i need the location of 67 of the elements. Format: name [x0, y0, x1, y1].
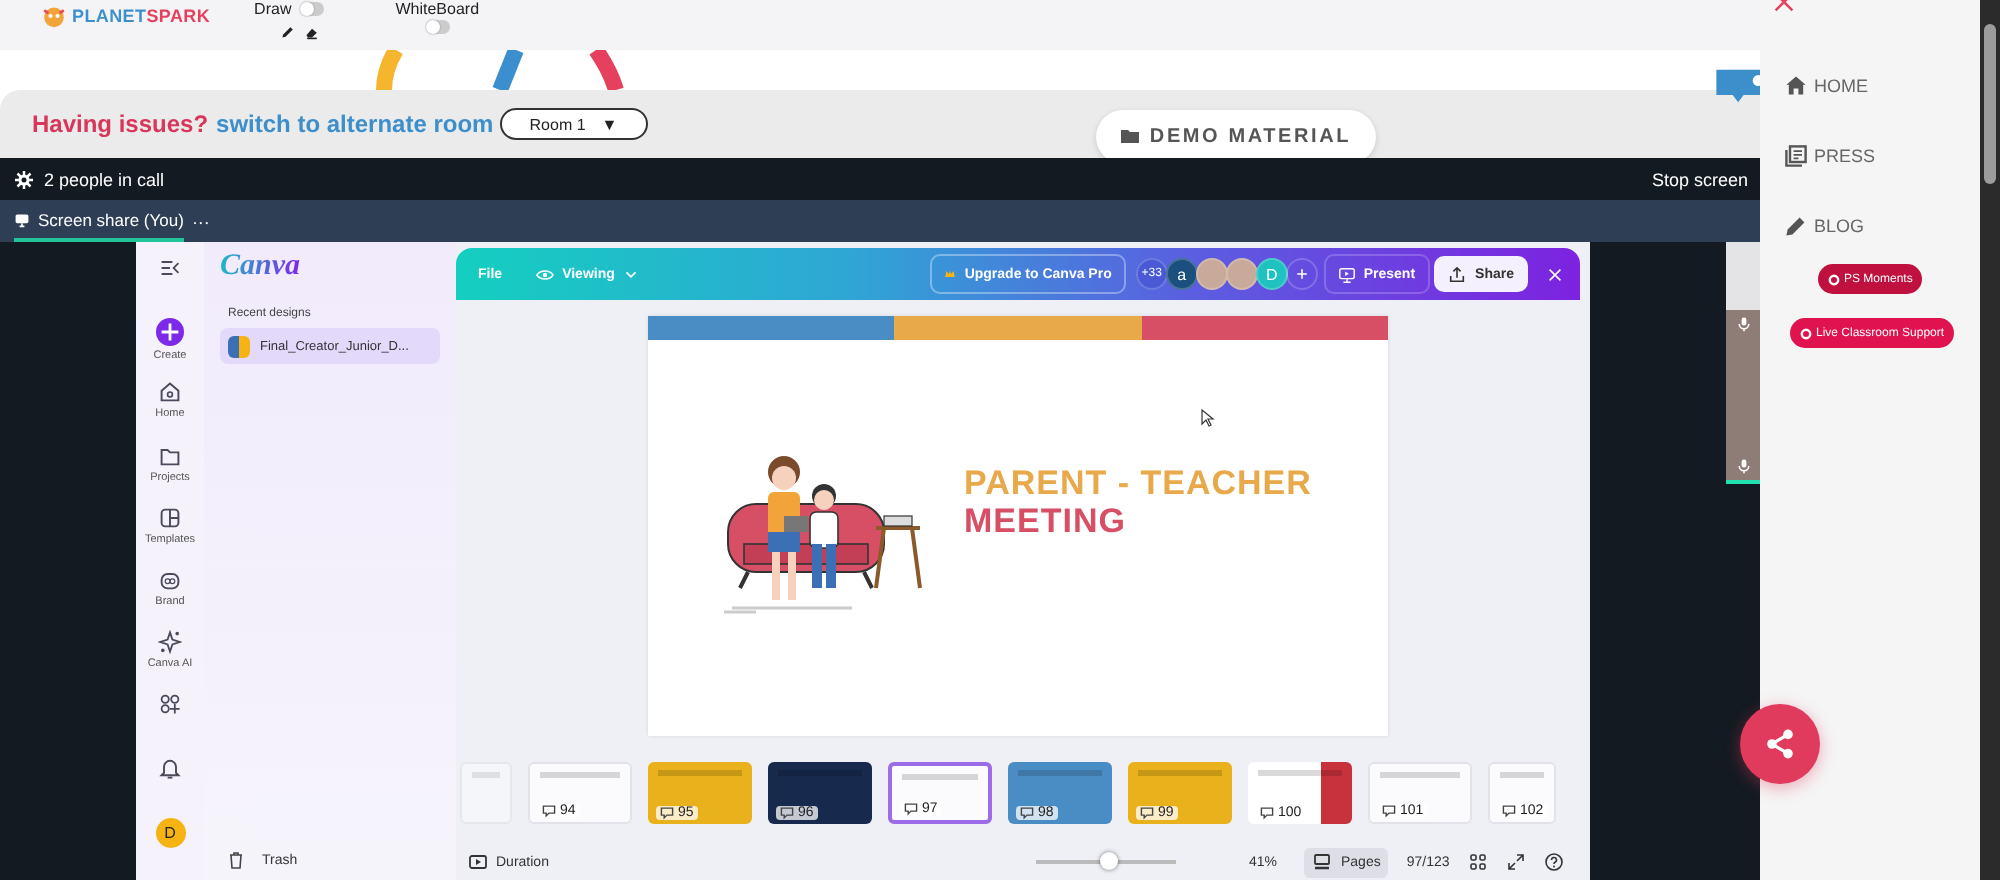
crown-icon — [944, 268, 957, 280]
comment-icon — [660, 806, 674, 820]
comment-icon — [542, 804, 556, 818]
help-icon[interactable] — [1543, 852, 1564, 872]
microphone-icon — [1735, 458, 1751, 474]
plus-icon[interactable] — [155, 318, 184, 347]
menu-link[interactable]: HOME — [1784, 72, 2000, 100]
fullscreen-icon[interactable] — [1505, 852, 1526, 872]
slider-thumb[interactable] — [1100, 852, 1119, 870]
close-icon[interactable] — [1546, 265, 1564, 283]
apps-icon[interactable] — [158, 692, 182, 717]
slide-title-line: PARENT - TEACHER — [964, 464, 1312, 502]
sparkle-icon[interactable] — [157, 630, 182, 655]
whiteboard-label: WhiteBoard — [395, 0, 480, 18]
comment-icon — [904, 802, 918, 816]
menu-link[interactable]: BLOG — [1784, 212, 2000, 240]
comment-icon — [1382, 804, 1396, 818]
pencil-icon — [1784, 214, 1808, 238]
scrollbar[interactable] — [1980, 0, 2000, 880]
comment-icon — [1502, 804, 1516, 818]
issue-text: Having issues? — [32, 110, 209, 138]
menu-link[interactable]: PRESS — [1784, 142, 2000, 170]
newspaper-icon — [1784, 144, 1808, 168]
draw-toggle[interactable] — [299, 2, 324, 16]
brand-logo: PLANETSPARK — [72, 6, 211, 26]
folder-icon — [1119, 126, 1140, 146]
add-collaborator-button[interactable] — [1285, 258, 1318, 290]
microphone-icon — [1735, 316, 1751, 332]
present-icon — [1337, 265, 1356, 283]
grid-view-icon[interactable] — [1467, 852, 1488, 872]
brand-icon[interactable] — [158, 568, 182, 593]
user-avatar[interactable]: D — [155, 817, 185, 848]
comment-icon — [1020, 806, 1034, 820]
draw-label: Draw — [254, 0, 292, 18]
people-count: 2 people in call — [44, 169, 165, 189]
screen-icon — [14, 211, 30, 227]
eraser-icon[interactable] — [304, 24, 321, 40]
comment-icon — [1260, 806, 1274, 820]
folder-icon[interactable] — [158, 443, 182, 468]
collapse-icon[interactable] — [158, 256, 182, 280]
plus-icon — [1293, 266, 1310, 282]
upload-icon — [1447, 265, 1466, 283]
whiteboard-toggle[interactable] — [425, 20, 450, 34]
stop-screen-button[interactable]: Stop screen — [1651, 169, 1748, 189]
home-icon — [1784, 74, 1808, 98]
pencil-icon[interactable] — [280, 24, 297, 40]
demo-material-button[interactable]: DEMO MATERIAL — [1095, 109, 1376, 163]
pages-icon — [1312, 852, 1333, 872]
home-icon[interactable] — [157, 380, 182, 405]
trash-icon — [226, 850, 246, 870]
mouse-pointer-icon — [1198, 406, 1218, 430]
settings-icon[interactable] — [14, 169, 34, 189]
avatar-photo-placeholder[interactable] — [1225, 258, 1258, 290]
avatar-photo-placeholder[interactable] — [1195, 258, 1228, 290]
templates-icon[interactable] — [157, 505, 182, 530]
eye-icon — [536, 265, 555, 283]
ring-icon — [1828, 273, 1840, 285]
slide-title-line: MEETING — [964, 502, 1128, 540]
collaborator-avatar[interactable]: a — [1165, 258, 1198, 290]
play-icon — [468, 852, 488, 872]
comment-icon — [780, 806, 794, 820]
bell-icon[interactable] — [158, 755, 182, 780]
ring-icon — [1800, 327, 1812, 339]
room-dropdown[interactable]: Room 1 ▼ — [499, 108, 648, 140]
share-icon — [1764, 728, 1796, 760]
more-options-button[interactable]: ··· — [191, 211, 210, 231]
comment-icon — [1140, 806, 1154, 820]
